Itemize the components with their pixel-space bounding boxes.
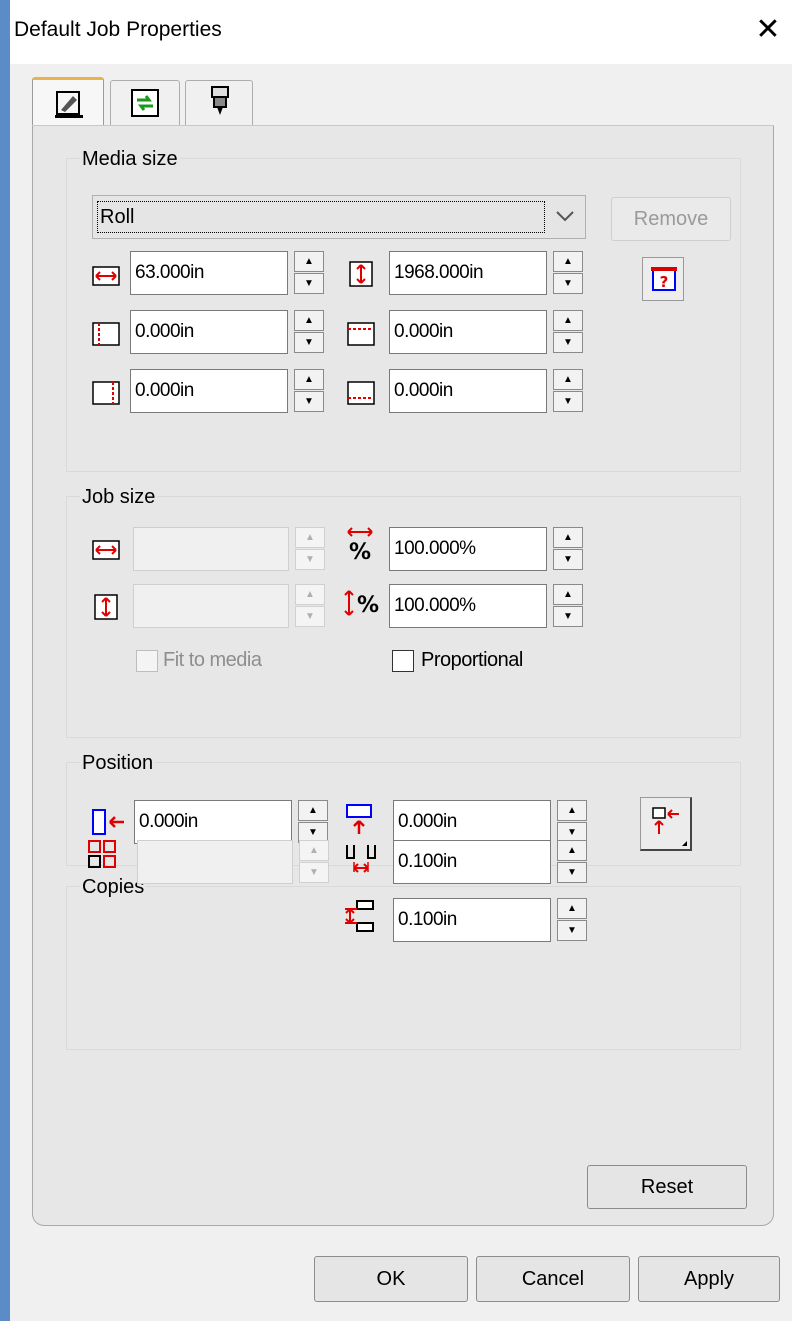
copies-spacing-h-field[interactable]: 0.100in <box>393 840 551 884</box>
chevron-down-icon <box>556 211 574 222</box>
apply-button[interactable]: Apply <box>638 1256 780 1302</box>
dropdown-corner-icon <box>682 841 687 846</box>
proportional-label: Proportional <box>421 649 523 671</box>
window-border <box>0 0 10 1321</box>
color-swap-icon <box>131 89 159 117</box>
fit-to-media-checkbox[interactable] <box>136 650 158 672</box>
copies-spacing-h-icon <box>346 845 376 873</box>
media-help-button[interactable]: ? <box>642 257 684 301</box>
reset-button[interactable]: Reset <box>587 1165 747 1209</box>
scale-y-spinner[interactable]: ▲ ▼ <box>553 584 583 628</box>
media-width-icon <box>92 266 120 286</box>
position-x-spinner[interactable]: ▲ ▼ <box>298 800 328 844</box>
copies-spacing-v-icon <box>345 900 374 932</box>
media-height-spinner[interactable]: ▲ ▼ <box>553 251 583 295</box>
scale-x-icon: % <box>347 527 373 562</box>
origin-position-icon <box>652 807 679 834</box>
remove-button[interactable]: Remove <box>611 197 731 241</box>
fit-to-media-label: Fit to media <box>163 649 262 671</box>
margin-right-field[interactable]: 0.000in <box>130 369 288 413</box>
margin-top-icon <box>347 322 375 346</box>
job-width-spinner[interactable]: ▲ ▼ <box>295 527 325 571</box>
position-x-field[interactable]: 0.000in <box>134 800 292 844</box>
svg-text:?: ? <box>660 273 669 291</box>
media-height-field[interactable]: 1968.000in <box>389 251 547 295</box>
scale-y-icon: % <box>344 590 379 618</box>
job-width-icon <box>92 540 120 560</box>
media-dropdown[interactable]: Roll <box>92 195 586 239</box>
position-y-icon <box>346 804 372 834</box>
job-height-icon <box>94 594 118 620</box>
copies-count-grid-icon <box>88 840 116 868</box>
cancel-button[interactable]: Cancel <box>476 1256 630 1302</box>
margin-top-field[interactable]: 0.000in <box>389 310 547 354</box>
copies-count-spinner[interactable]: ▲ ▼ <box>299 840 329 884</box>
svg-text:%: % <box>357 593 379 618</box>
proportional-checkbox[interactable] <box>392 650 414 672</box>
job-height-spinner[interactable]: ▲ ▼ <box>295 584 325 628</box>
scale-y-field[interactable]: 100.000% <box>389 584 547 628</box>
job-width-field[interactable] <box>133 527 289 571</box>
margin-left-icon <box>92 322 120 346</box>
position-y-field[interactable]: 0.000in <box>393 800 551 844</box>
media-layout-icon <box>55 91 83 118</box>
margin-left-spinner[interactable]: ▲ ▼ <box>294 310 324 354</box>
margin-left-field[interactable]: 0.000in <box>130 310 288 354</box>
scale-x-spinner[interactable]: ▲ ▼ <box>553 527 583 571</box>
copies-spacing-v-spinner[interactable]: ▲ ▼ <box>557 898 587 942</box>
margin-bottom-spinner[interactable]: ▲ ▼ <box>553 369 583 413</box>
print-head-icon <box>211 86 229 115</box>
window-title: Default Job Properties <box>14 18 222 41</box>
position-origin-button[interactable] <box>640 797 692 851</box>
scale-x-field[interactable]: 100.000% <box>389 527 547 571</box>
media-dropdown-value: Roll <box>97 201 545 233</box>
media-height-icon <box>349 261 373 287</box>
tab-color[interactable] <box>110 80 180 130</box>
svg-text:%: % <box>349 540 371 562</box>
position-label: Position <box>80 752 156 775</box>
job-size-label: Job size <box>80 486 158 509</box>
media-width-spinner[interactable]: ▲ ▼ <box>294 251 324 295</box>
tab-media-layout[interactable] <box>32 77 104 127</box>
copies-spacing-h-spinner[interactable]: ▲ ▼ <box>557 840 587 884</box>
margin-right-spinner[interactable]: ▲ ▼ <box>294 369 324 413</box>
position-x-icon <box>92 809 124 835</box>
margin-bottom-icon <box>347 381 375 405</box>
close-button[interactable]: ✕ <box>752 14 784 46</box>
tab-device[interactable] <box>185 80 253 130</box>
ok-button[interactable]: OK <box>314 1256 468 1302</box>
margin-bottom-field[interactable]: 0.000in <box>389 369 547 413</box>
media-width-field[interactable]: 63.000in <box>130 251 288 295</box>
media-size-label: Media size <box>80 148 180 171</box>
copies-count-field[interactable] <box>137 840 293 884</box>
job-height-field[interactable] <box>133 584 289 628</box>
margin-right-icon <box>92 381 120 405</box>
media-help-icon: ? <box>651 267 677 291</box>
margin-top-spinner[interactable]: ▲ ▼ <box>553 310 583 354</box>
copies-spacing-v-field[interactable]: 0.100in <box>393 898 551 942</box>
position-y-spinner[interactable]: ▲ ▼ <box>557 800 587 844</box>
